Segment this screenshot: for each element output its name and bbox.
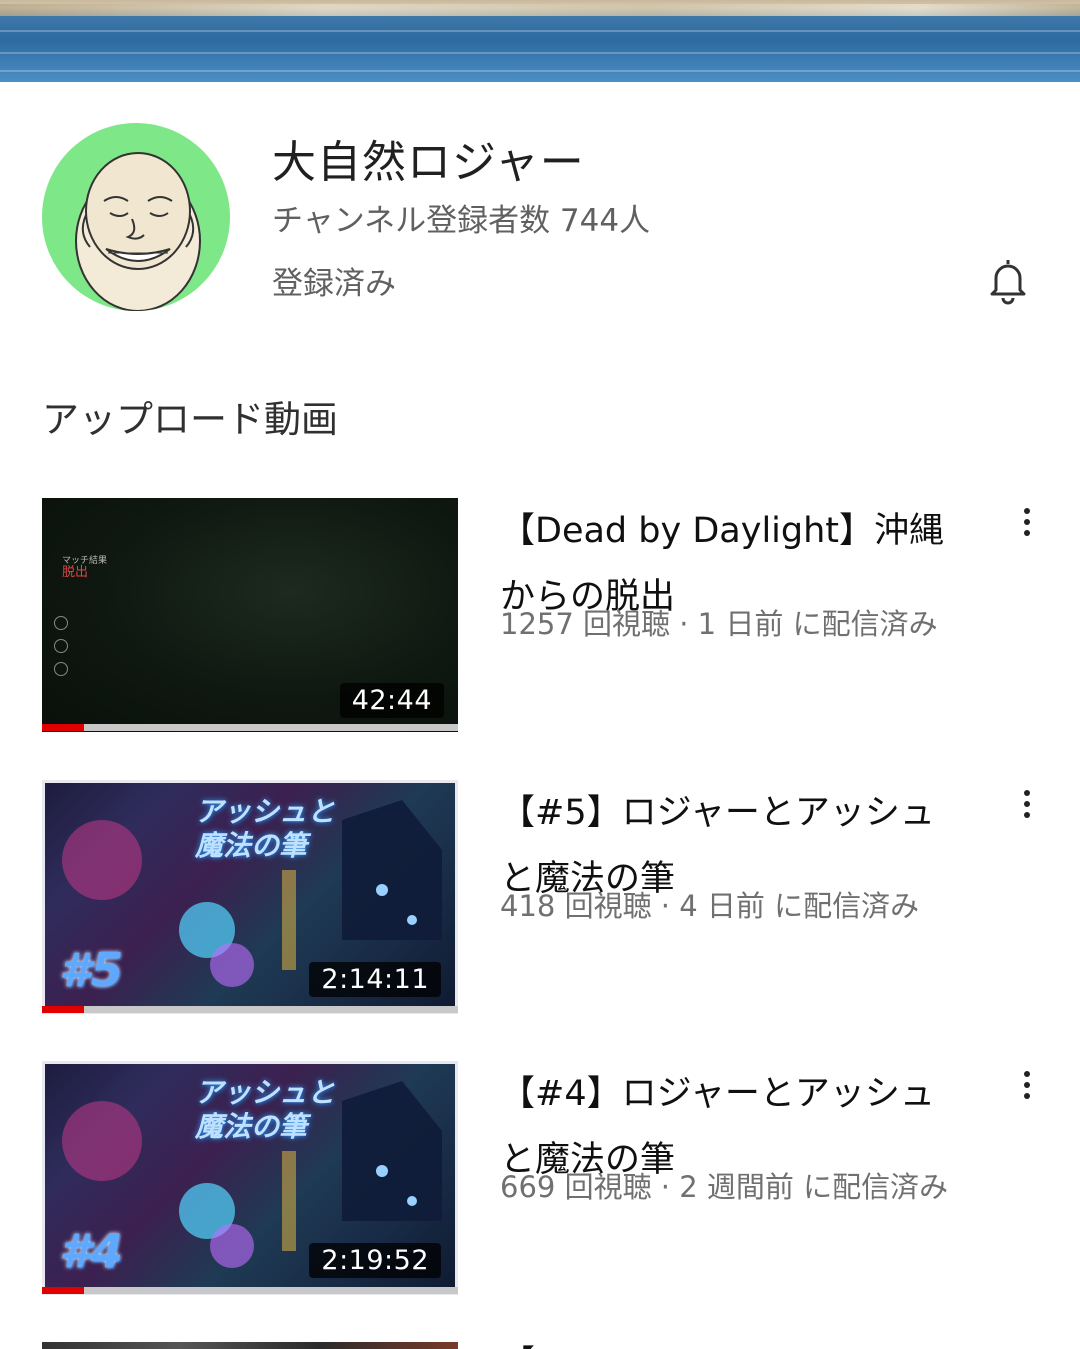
video-thumbnail[interactable]: マッチ結果 脱出 42:44 [42,498,458,732]
channel-name: 大自然ロジャー [272,137,585,188]
watch-progress-bar [42,1006,458,1013]
video-title[interactable]: 【 [500,1334,535,1349]
more-vert-icon[interactable] [1012,504,1042,544]
watch-progress-bar [42,1287,458,1294]
subscriber-count: チャンネル登録者数 744人 [272,203,651,239]
bell-icon[interactable] [980,252,1036,308]
episode-badge: #5 [59,943,124,997]
video-meta: 1257 回視聴 · 1 日前 に配信済み [500,607,938,641]
video-item[interactable]: マッチ結果 脱出 42:44 【Dead by Daylight】沖縄からの脱出… [0,498,1080,738]
thumb-overlay-text: マッチ結果 脱出 [62,556,108,580]
channel-avatar[interactable] [42,123,230,311]
video-meta: 669 回視聴 · 2 週間前 に配信済み [500,1170,949,1204]
watch-progress-bar [42,724,458,731]
video-thumbnail[interactable]: アッシュと魔法の筆 #4 2:19:52 [42,1061,458,1295]
duration-badge: 2:14:11 [309,962,441,997]
uploads-section-title: アップロード動画 [42,398,338,441]
video-item[interactable]: アッシュと魔法の筆 #5 2:14:11 【#5】ロジャーとアッシュと魔法の筆 … [0,780,1080,1020]
video-thumbnail[interactable]: アッシュと魔法の筆 #5 2:14:11 [42,780,458,1014]
video-meta: 418 回視聴 · 4 日前 に配信済み [500,889,920,923]
video-thumbnail[interactable] [42,1342,458,1349]
thumb-hud-icons [54,616,68,685]
duration-badge: 2:19:52 [309,1243,441,1278]
more-vert-icon[interactable] [1012,786,1042,826]
thumb-title-text: アッシュと魔法の筆 [195,1076,336,1143]
episode-badge: #4 [59,1224,124,1278]
more-vert-icon[interactable] [1012,1067,1042,1107]
duration-badge: 42:44 [339,683,444,718]
subscribed-button[interactable]: 登録済み [272,258,396,303]
thumb-title-text: アッシュと魔法の筆 [195,795,336,862]
channel-banner [0,0,1080,82]
video-item[interactable]: アッシュと魔法の筆 #4 2:19:52 【#4】ロジャーとアッシュと魔法の筆 … [0,1061,1080,1301]
